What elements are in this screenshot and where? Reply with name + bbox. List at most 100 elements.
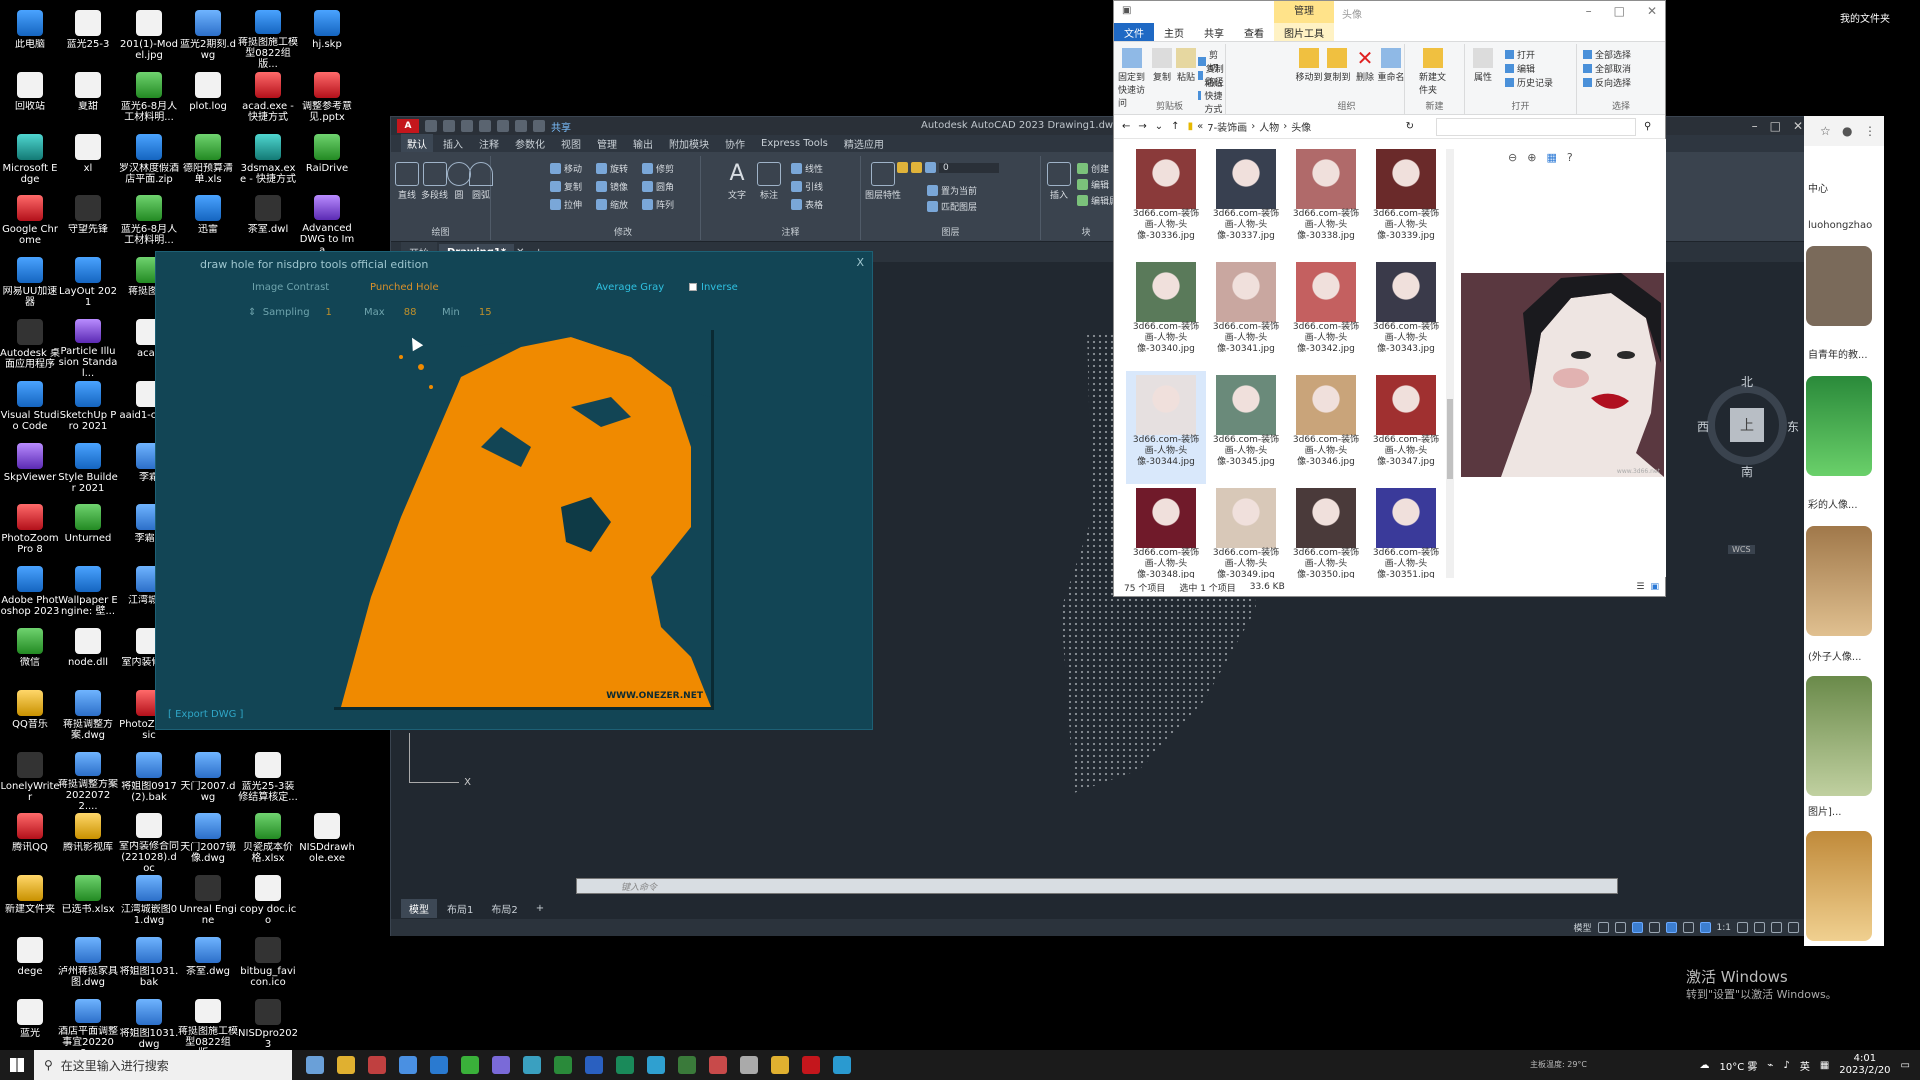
grid-view-icon[interactable]: ▦ (1546, 151, 1556, 164)
osnap-icon[interactable] (1665, 922, 1677, 933)
new-file-icon[interactable] (425, 120, 437, 132)
desktop-item[interactable]: 德阳预算清单.xls (178, 130, 238, 192)
browser-text-5[interactable]: (外子人像... (1808, 648, 1861, 663)
inverse-checkbox[interactable]: Inverse (689, 282, 738, 293)
file-item[interactable]: 3d66.com-装饰画-人物-头像-30342.jpg (1286, 258, 1366, 371)
desktop-item[interactable]: Adobe Photoshop 2023 (0, 562, 60, 624)
line-tool[interactable]: 直线 (395, 162, 419, 201)
maximize-icon[interactable]: □ (1614, 4, 1625, 18)
desktop-item[interactable]: Unturned (58, 500, 118, 562)
volume-icon[interactable]: ♪ (1783, 1060, 1789, 1071)
details-view-icon[interactable]: ☰ (1636, 582, 1644, 592)
zoom-out-icon[interactable]: ⊖ (1508, 151, 1517, 164)
desktop-item[interactable]: 夏甜 (58, 68, 118, 130)
desktop-item[interactable]: 罗汉林度假酒店平面.zip (119, 130, 179, 192)
app-icon[interactable] (771, 1056, 789, 1074)
undo-icon[interactable] (515, 120, 527, 132)
invert-selection-button[interactable]: 反向选择 (1583, 76, 1631, 89)
desktop-item[interactable]: QQ音乐 (0, 686, 60, 748)
photoshop-icon[interactable] (430, 1056, 448, 1074)
weather-text[interactable]: 10°C 雾 (1720, 1058, 1758, 1073)
file-item[interactable]: 3d66.com-装饰画-人物-头像-30336.jpg (1126, 145, 1206, 258)
save-as-icon[interactable] (479, 120, 491, 132)
more-icon[interactable]: ⋮ (1864, 124, 1876, 138)
wcs-menu[interactable]: WCS (1728, 545, 1755, 554)
select-all-button[interactable]: 全部选择 (1583, 48, 1631, 61)
desktop-item[interactable]: 茶室.dwl (238, 191, 298, 253)
desktop-item[interactable]: bitbug_favicon.ico (238, 933, 298, 995)
desktop-item[interactable]: Particle Illusion Standal... (58, 315, 118, 377)
browser-image-3[interactable] (1806, 526, 1872, 636)
compass-east[interactable]: 东 (1787, 418, 1799, 435)
desktop-item[interactable]: 此电脑 (0, 6, 60, 68)
edit-block-tool[interactable]: 编辑 (1077, 178, 1109, 191)
trim-tool[interactable]: 修剪 (642, 162, 674, 175)
scale-tool[interactable]: 缩放 (596, 198, 628, 211)
gear-icon[interactable] (740, 1056, 758, 1074)
insert-tool[interactable]: 插入 (1047, 162, 1071, 201)
desktop-item[interactable]: 室内装修合同(221028).doc (119, 809, 179, 871)
desktop-item[interactable]: 网易UU加速器 (0, 253, 60, 315)
desktop-item[interactable]: Visual Studio Code (0, 377, 60, 439)
ribbon-tab[interactable]: 管理 (591, 134, 623, 153)
file-item[interactable]: 3d66.com-装饰画-人物-头像-30349.jpg (1206, 484, 1286, 579)
minimize-icon[interactable]: – (1752, 119, 1758, 133)
select-none-button[interactable]: 全部取消 (1583, 62, 1631, 75)
up-icon[interactable]: ↑ (1171, 121, 1179, 132)
manage-tab[interactable]: 管理 (1274, 1, 1334, 23)
file-item[interactable]: 3d66.com-装饰画-人物-头像-30343.jpg (1366, 258, 1446, 371)
notification-icon[interactable]: ▭ (1901, 1060, 1910, 1071)
app-icon[interactable] (833, 1056, 851, 1074)
file-item[interactable]: 3d66.com-装饰画-人物-头像-30350.jpg (1286, 484, 1366, 579)
tab-model[interactable]: 模型 (401, 898, 437, 918)
tab-layout2[interactable]: 布局2 (483, 899, 525, 918)
copy-button[interactable]: 复制 (1148, 48, 1176, 83)
desktop-item[interactable]: 蒋挺调整方案20220722.... (58, 748, 118, 809)
desktop-item[interactable]: 蒋挺图施工模型0822组版... (238, 6, 298, 68)
minimize-icon[interactable]: – (1586, 4, 1592, 18)
move-tool[interactable]: 移动 (550, 162, 582, 175)
save-icon[interactable] (461, 120, 473, 132)
tab-punched-hole[interactable]: Punched Hole (370, 282, 439, 293)
desktop-item[interactable]: 201(1)-Model.jpg (119, 6, 179, 68)
set-current-tool[interactable]: 置为当前 (927, 184, 977, 197)
history-button[interactable]: 历史记录 (1505, 76, 1553, 89)
desktop-item[interactable]: PhotoZoom Pro 8 (0, 500, 60, 562)
file-item[interactable]: 3d66.com-装饰画-人物-头像-30338.jpg (1286, 145, 1366, 258)
desktop-item[interactable]: 茶室.dwg (178, 933, 238, 995)
sampling-control[interactable]: ⇕ Sampling 1 (248, 307, 332, 318)
desktop-item[interactable]: xl (58, 130, 118, 192)
redo-icon[interactable] (533, 120, 545, 132)
open-file-icon[interactable] (443, 120, 455, 132)
edge-icon[interactable] (616, 1056, 634, 1074)
ribbon-tab[interactable]: 视图 (555, 134, 587, 153)
desktop-item[interactable]: hj.skp (297, 6, 357, 68)
polar-icon[interactable] (1648, 922, 1660, 933)
ribbon-tab[interactable]: 参数化 (509, 134, 551, 153)
desktop-item[interactable]: 贝瓷成本价格.xlsx (238, 809, 298, 871)
ime-indicator[interactable]: 英 (1800, 1058, 1810, 1073)
browser-text-3[interactable]: 自青年的教... (1808, 346, 1868, 361)
keyboard-icon[interactable]: ▦ (1820, 1060, 1829, 1071)
desktop-item[interactable]: node.dll (58, 624, 118, 686)
star-icon[interactable]: ☆ (1820, 124, 1831, 138)
compass-west[interactable]: 西 (1697, 418, 1709, 435)
desktop-item[interactable]: Advanced DWG to Ima... (297, 191, 357, 253)
desktop-item[interactable]: 泸州蒋挺家具图.dwg (58, 933, 118, 995)
browser-text-4[interactable]: 彩的人像... (1808, 496, 1858, 511)
gear-icon[interactable] (1737, 922, 1748, 933)
tab-picture-tools[interactable]: 图片工具 (1274, 23, 1334, 41)
desktop-item[interactable]: 天门2007.dwg (178, 748, 238, 810)
desktop-item[interactable]: 蓝光6-8月人工材料明... (119, 191, 179, 253)
rename-button[interactable]: 重命名 (1377, 48, 1405, 83)
desktop-item[interactable]: 蒋挺调整方案.dwg (58, 686, 118, 748)
desktop-item[interactable]: 已选书.xlsx (58, 871, 118, 933)
desktop-item[interactable]: 蓝光25-3装修结算核定... (238, 748, 298, 810)
desktop-item[interactable]: SketchUp Pro 2021 (58, 377, 118, 439)
file-explorer-icon[interactable] (337, 1056, 355, 1074)
desktop-item[interactable]: 蓝光6-8月人工材料明... (119, 68, 179, 130)
weather-icon[interactable]: ☁ (1700, 1060, 1710, 1071)
desktop-item[interactable]: 守望先锋 (58, 191, 118, 253)
ribbon-tab[interactable]: Express Tools (755, 136, 834, 151)
file-item[interactable]: 3d66.com-装饰画-人物-头像-30346.jpg (1286, 371, 1366, 484)
